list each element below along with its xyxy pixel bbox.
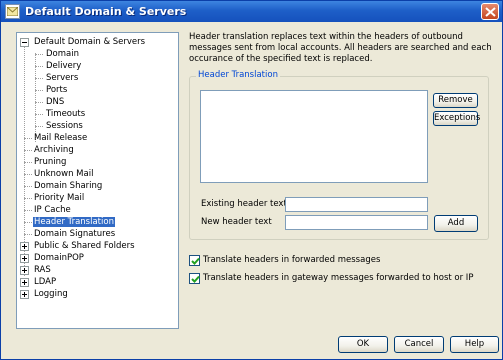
dialog-window: Default Domain & Servers Default Domain … — [0, 0, 503, 360]
tree-item-mail-release[interactable]: Mail Release — [33, 132, 88, 144]
tree-item-pruning[interactable]: Pruning — [33, 156, 67, 168]
remove-button[interactable]: Remove — [433, 93, 478, 108]
tree-item-timeouts[interactable]: Timeouts — [45, 108, 86, 120]
exceptions-button[interactable]: Exceptions — [433, 111, 480, 126]
expand-icon[interactable] — [20, 278, 29, 287]
tree-item-domain[interactable]: Domain — [45, 48, 80, 60]
tree-item-domain-signatures[interactable]: Domain Signatures — [33, 228, 116, 240]
gateway-checkbox[interactable] — [189, 273, 200, 284]
tree-item-header-translation[interactable]: Header Translation — [33, 216, 115, 228]
forwarded-label[interactable]: Translate headers in forwarded messages — [203, 255, 380, 266]
tree-item-archiving[interactable]: Archiving — [33, 144, 75, 156]
expand-icon[interactable] — [20, 290, 29, 299]
new-header-field[interactable] — [285, 215, 428, 230]
close-button[interactable] — [481, 3, 499, 20]
checkmark-icon — [191, 275, 200, 283]
window-title: Default Domain & Servers — [25, 5, 187, 18]
gateway-label[interactable]: Translate headers in gateway messages fo… — [203, 273, 473, 284]
tree-item-sessions[interactable]: Sessions — [45, 120, 84, 132]
existing-header-label: Existing header text — [201, 199, 287, 209]
forwarded-checkbox[interactable] — [189, 255, 200, 266]
ok-button[interactable]: OK — [338, 336, 388, 353]
expand-icon[interactable] — [20, 242, 29, 251]
title-bar[interactable]: Default Domain & Servers — [1, 1, 502, 22]
cancel-button[interactable]: Cancel — [394, 336, 444, 353]
tree-item-unknown-mail[interactable]: Unknown Mail — [33, 168, 94, 180]
tree-item-servers[interactable]: Servers — [45, 72, 79, 84]
checkmark-icon — [191, 257, 200, 265]
tree-item-delivery[interactable]: Delivery — [45, 60, 82, 72]
tree-item-dns[interactable]: DNS — [45, 96, 65, 108]
tree-item-ports[interactable]: Ports — [45, 84, 68, 96]
tree-item-priority-mail[interactable]: Priority Mail — [33, 192, 85, 204]
add-button[interactable]: Add — [434, 215, 478, 232]
close-icon — [485, 7, 496, 17]
translation-list[interactable] — [200, 90, 428, 183]
help-button[interactable]: Help — [450, 336, 499, 353]
collapse-icon[interactable] — [20, 38, 29, 47]
tree-item-ip-cache[interactable]: IP Cache — [33, 204, 72, 216]
settings-tree[interactable]: Default Domain & Servers Domain Delivery… — [16, 32, 179, 329]
existing-header-field[interactable] — [285, 197, 428, 212]
expand-icon[interactable] — [20, 254, 29, 263]
expand-icon[interactable] — [20, 266, 29, 275]
page-description: Header translation replaces text within … — [189, 32, 492, 64]
new-header-label: New header text — [201, 217, 272, 227]
app-icon — [5, 4, 20, 19]
group-title: Header Translation — [196, 70, 280, 81]
tree-item-domain-sharing[interactable]: Domain Sharing — [33, 180, 103, 192]
